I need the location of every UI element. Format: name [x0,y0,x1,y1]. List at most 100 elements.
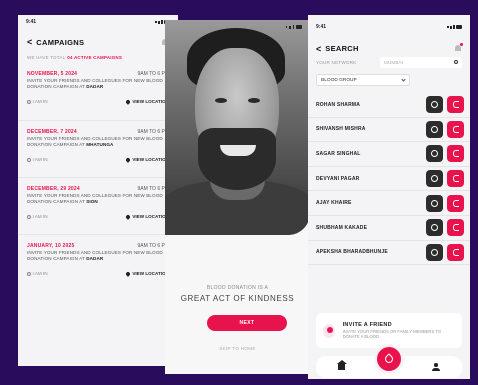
donor-info-button[interactable] [426,194,443,212]
location-pin-icon [125,213,132,220]
phone-icon [452,150,459,158]
donor-name: SAGAR SINGHAL [316,150,361,157]
donor-name: SHUBHAM KAKADE [316,224,368,231]
campaigns-screen: 9:41 < CAMPAIGNS WE HAVE TOTAL 04 ACTIVE… [18,15,178,366]
bell-icon[interactable] [454,43,463,53]
back-icon[interactable]: < [27,37,32,47]
invite-title: INVITE A FRIEND [342,321,392,328]
donor-name: DEVYANI PAGAR [316,175,360,182]
donor-call-button[interactable] [447,219,464,237]
status-time: 9:41 [26,19,37,25]
donor-name: SHIVANSH MISHRA [316,126,366,133]
donor-info-button[interactable] [426,120,443,138]
i-am-in-label: I AM IN [32,214,48,219]
phone-icon [452,101,459,109]
i-am-in-label: I AM IN [32,99,48,104]
info-icon [431,224,438,232]
location-pin-icon [125,98,132,105]
info-icon [431,175,438,183]
view-location-link[interactable]: VIEW LOCATION [125,213,169,220]
view-location-label: VIEW LOCATION [132,214,169,219]
donor-info-button[interactable] [426,96,443,114]
phone-icon [452,248,459,256]
campaign-place: SION [86,199,98,204]
radio-icon [27,271,31,276]
campaign-card[interactable]: DECEMBER, 29 2024 9AM TO 6 PM INVITE YOUR … [18,177,178,234]
campaign-card[interactable]: NOVEMBER, 5 2024 9AM TO 6 PM INVITE YOUR F… [18,63,178,120]
info-icon [431,150,438,158]
profile-icon[interactable] [432,363,440,371]
donor-info-button[interactable] [426,170,443,188]
bottom-tab-bar [316,344,462,378]
i-am-in-label: I AM IN [32,157,48,162]
donor-info-button[interactable] [426,145,443,163]
info-icon [431,101,438,109]
search-input[interactable]: MUMBAI [380,56,462,68]
location-pin-icon [125,270,132,277]
search-placeholder: MUMBAI [384,59,404,65]
info-icon [431,125,438,133]
campaign-date: DECEMBER, 7 2024 [27,129,77,135]
view-location-label: VIEW LOCATION [132,157,169,162]
info-icon [431,199,438,207]
campaign-description: INVITE YOUR FRIENDS AND COLLEGUES FOR NE… [27,250,169,262]
onboarding-screen: BLOOD DONATION IS A GREAT ACT OF KINDNES… [165,20,310,374]
blood-drop-icon [383,353,395,365]
invite-friend-icon [323,323,335,338]
skip-to-home-link[interactable]: SKIP TO HOME [165,346,310,351]
donor-info-button[interactable] [426,243,443,261]
campaign-date: NOVEMBER, 5 2024 [27,71,78,77]
summary-prefix: WE HAVE TOTAL [27,54,66,60]
campaign-date: JANUARY, 10 2025 [27,243,75,249]
campaign-card[interactable]: DECEMBER, 7 2024 9AM TO 6 PM INVITE YOUR F… [18,120,178,177]
campaign-card[interactable]: JANUARY, 10 2025 9AM TO 6 PM INVITE YOUR F… [18,234,178,291]
i-am-in-toggle[interactable]: I AM IN [27,271,48,276]
location-pin-icon [125,156,132,163]
donor-name: ROHAN SHARMA [316,101,361,108]
search-icon[interactable] [453,59,458,65]
invite-subtitle: INVITE YOUR FRIENDS OR FAMILY MEMBERS TO… [342,328,442,340]
radio-icon [27,157,31,162]
phone-icon [452,175,459,183]
campaigns-header: < CAMPAIGNS [18,29,178,51]
view-location-link[interactable]: VIEW LOCATION [125,270,169,277]
phone-icon [452,199,459,207]
view-location-link[interactable]: VIEW LOCATION [125,98,169,105]
radio-icon [27,99,31,104]
campaigns-summary: WE HAVE TOTAL 04 ACTIVE CAMPAIGNS [18,51,178,63]
donor-call-button[interactable] [447,96,464,114]
donor-name: AJAY KHAIRE [316,200,352,207]
i-am-in-toggle[interactable]: I AM IN [27,157,48,162]
view-location-label: VIEW LOCATION [132,99,169,104]
search-screen: 9:41 < SEARCH YOUR NETWORK MUMBAI BLOOD … [308,15,470,379]
donor-call-button[interactable] [447,145,464,163]
donor-photo [165,20,310,235]
radio-icon [27,214,31,219]
campaign-description: INVITE YOUR FRIENDS AND COLLEGUES FOR NE… [27,193,169,205]
network-row: YOUR NETWORK MUMBAI [308,55,470,69]
invite-friend-card[interactable]: INVITE A FRIEND INVITE YOUR FRIENDS OR F… [316,313,462,348]
i-am-in-toggle[interactable]: I AM IN [27,99,48,104]
campaign-date: DECEMBER, 29 2024 [27,186,80,192]
home-icon[interactable] [336,360,347,370]
view-location-link[interactable]: VIEW LOCATION [125,156,169,163]
blood-drop-tab-button[interactable] [374,344,404,374]
back-icon[interactable]: < [316,44,321,54]
slogan-line-2: GREAT ACT OF KINDNESS [180,294,295,303]
donor-info-button[interactable] [426,219,443,237]
donor-name: APEKSHA BHARADBHUNJE [316,249,388,256]
campaign-list: NOVEMBER, 5 2024 9AM TO 6 PM INVITE YOUR F… [18,63,178,291]
donor-row: DEVYANI PAGAR [308,167,470,192]
blood-group-label: BLOOD GROUP [321,77,357,83]
page-title: CAMPAIGNS [36,37,85,47]
donor-call-button[interactable] [447,120,464,138]
signal-icon [285,20,302,34]
i-am-in-toggle[interactable]: I AM IN [27,214,48,219]
donor-call-button[interactable] [447,243,464,261]
donor-call-button[interactable] [447,194,464,212]
blood-group-select[interactable]: BLOOD GROUP [316,74,410,86]
next-button[interactable]: NEXT [207,315,287,331]
donor-call-button[interactable] [447,170,464,188]
donor-row: APEKSHA BHARADBHUNJE [308,241,470,266]
phone-icon [452,125,459,133]
